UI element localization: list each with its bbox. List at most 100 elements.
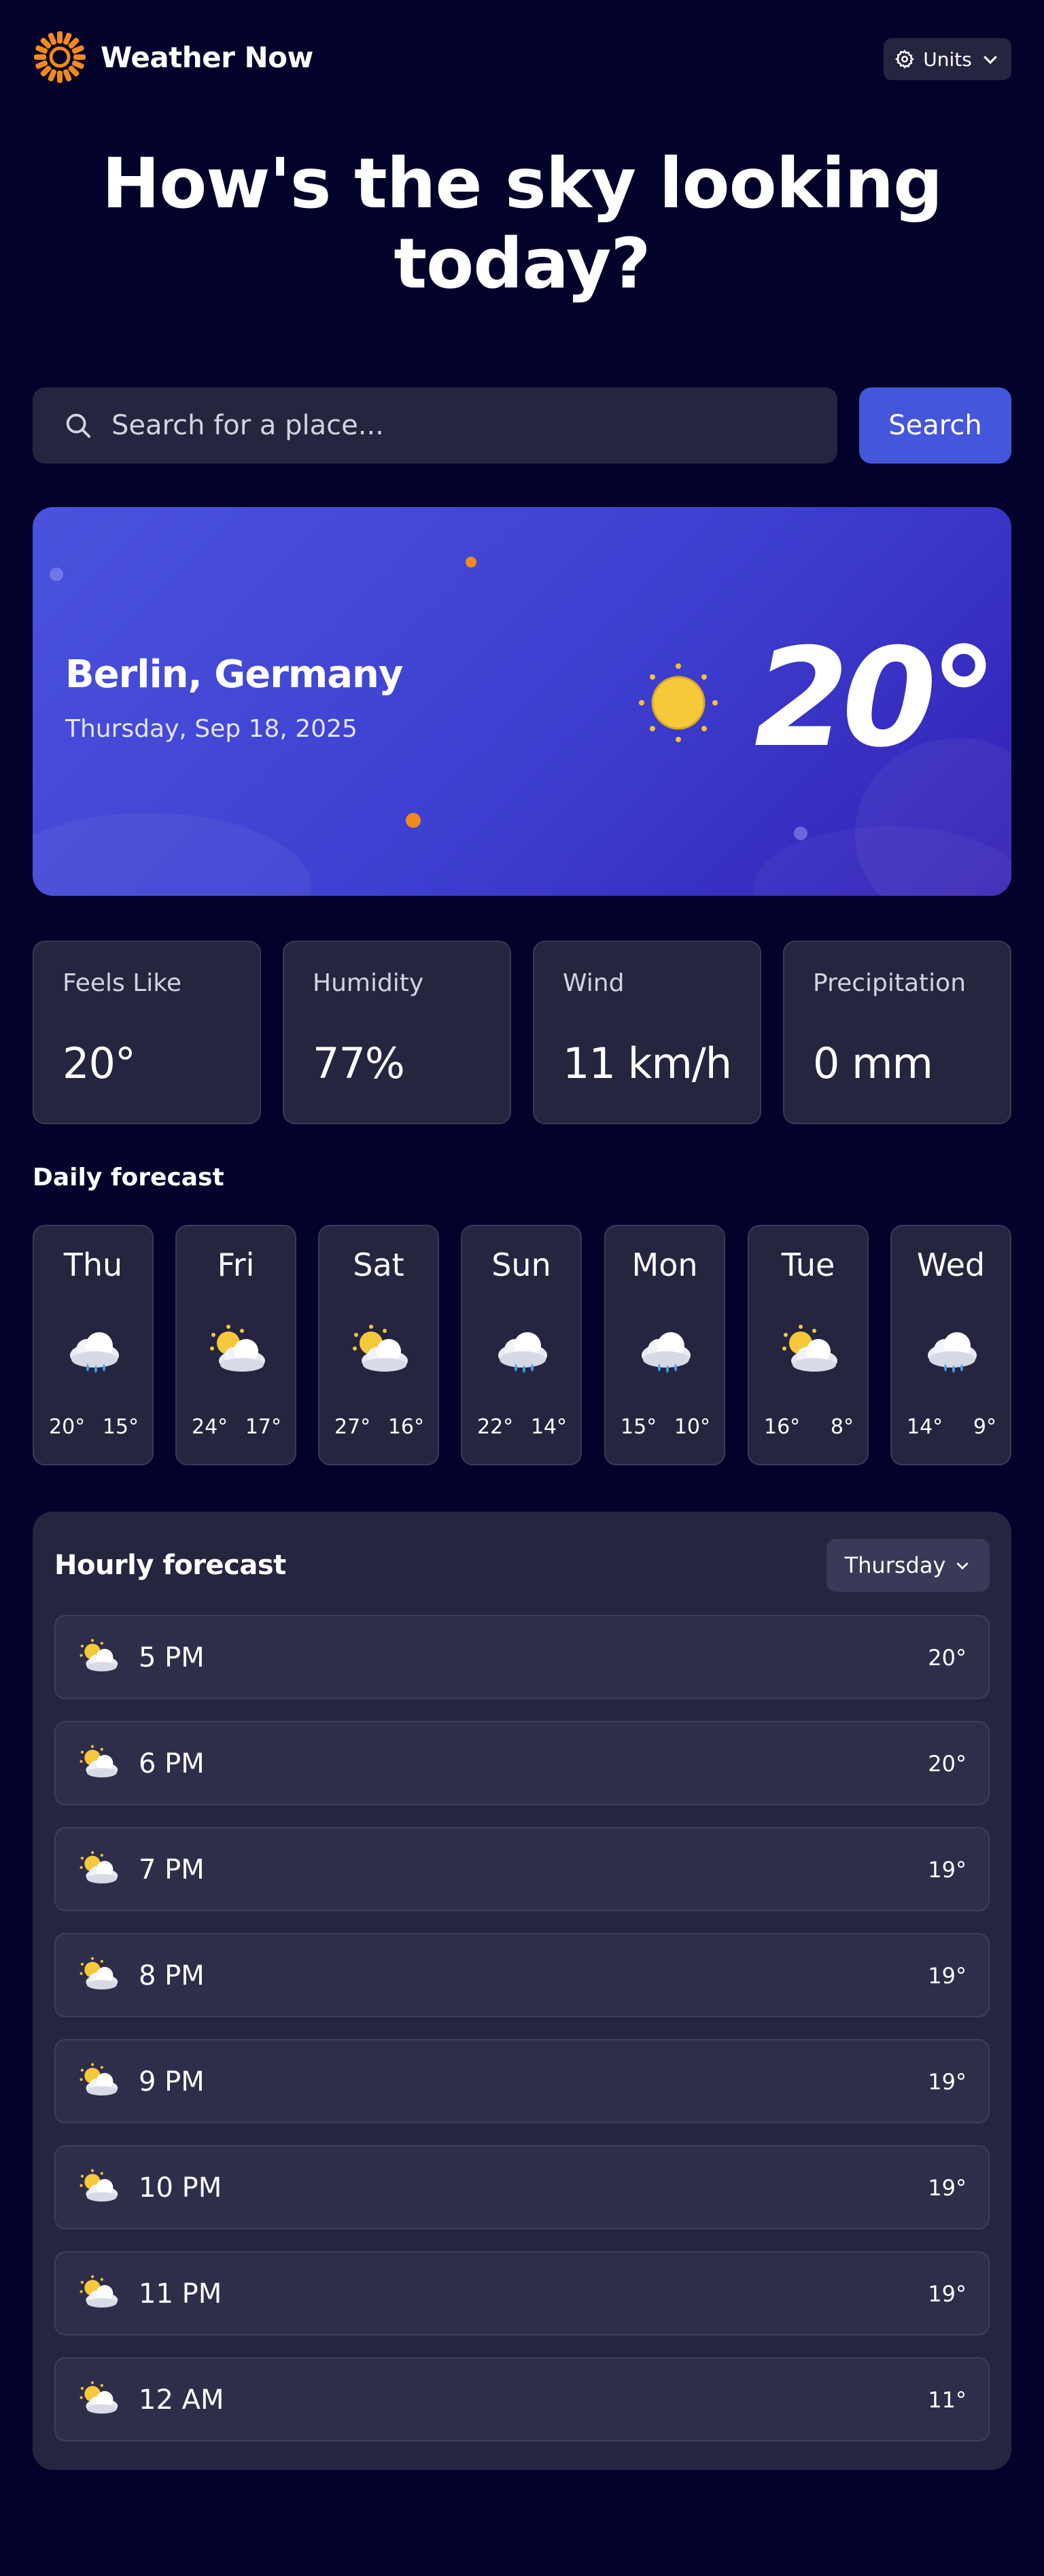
daily-card-sun[interactable]: Sun 22° 14° (461, 1225, 582, 1465)
day-name: Tue (781, 1247, 835, 1283)
daily-card-sat[interactable]: Sat 27° 16° (318, 1225, 439, 1465)
app-logo[interactable]: Weather Now (33, 30, 313, 84)
hour-temp: 19° (928, 1857, 967, 1883)
sun-icon (639, 663, 718, 742)
hour-temp: 19° (928, 2175, 967, 2201)
daily-card-thu[interactable]: Thu 20° 15° (33, 1225, 154, 1465)
chevron-down-icon (956, 1562, 969, 1570)
hourly-row: 7 PM 19° (54, 1827, 990, 1911)
day-high: 14° (907, 1415, 943, 1439)
stat-label: Humidity (313, 969, 424, 997)
day-name: Wed (916, 1247, 986, 1283)
current-temperature: 20° (754, 619, 998, 778)
partly-cloudy-icon (77, 2167, 120, 2209)
hour-time: 10 PM (139, 2172, 222, 2204)
stat-wind: Wind 11 km/h (533, 941, 761, 1124)
hour-time: 8 PM (139, 1960, 205, 1991)
search-box[interactable] (33, 387, 837, 464)
daily-card-mon[interactable]: Mon 15° 10° (604, 1225, 725, 1465)
chevron-down-icon (983, 56, 997, 65)
hourly-row: 10 PM 19° (54, 2145, 990, 2229)
hour-time: 12 AM (139, 2384, 224, 2416)
daily-card-tue[interactable]: Tue 16° 8° (748, 1225, 869, 1465)
partly-cloudy-icon (77, 1743, 120, 1785)
partly-cloudy-icon (77, 2061, 120, 2103)
hour-temp: 19° (928, 1963, 967, 1989)
stat-value: 0 mm (813, 1039, 933, 1088)
partly-cloudy-icon (77, 1849, 120, 1891)
hour-time: 5 PM (139, 1642, 205, 1673)
hour-temp: 19° (928, 2069, 967, 2095)
app-title: Weather Now (101, 40, 313, 74)
day-high: 15° (621, 1415, 657, 1439)
rain-icon (922, 1321, 983, 1382)
hourly-row: 5 PM 20° (54, 1615, 990, 1699)
search-button[interactable]: Search (859, 387, 1011, 464)
day-high: 24° (192, 1415, 228, 1439)
day-low: 16° (387, 1415, 424, 1439)
hour-time: 9 PM (139, 2066, 205, 2098)
hour-temp: 11° (928, 2387, 967, 2413)
day-high: 22° (477, 1415, 514, 1439)
day-high: 16° (764, 1415, 801, 1439)
stat-value: 11 km/h (563, 1039, 732, 1088)
day-high: 27° (334, 1415, 371, 1439)
day-low: 8° (830, 1415, 854, 1439)
hour-temp: 20° (928, 1751, 967, 1777)
day-low: 15° (102, 1415, 139, 1439)
daily-card-fri[interactable]: Fri 24° 17° (175, 1225, 296, 1465)
hero-title: How's the sky looking today? (101, 143, 943, 304)
daily-card-wed[interactable]: Wed 14° 9° (890, 1225, 1011, 1465)
hourly-row: 11 PM 19° (54, 2251, 990, 2335)
stat-label: Precipitation (813, 969, 967, 997)
day-low: 17° (245, 1415, 281, 1439)
day-name: Thu (63, 1247, 123, 1283)
current-weather-card: Berlin, Germany Thursday, Sep 18, 2025 2… (33, 507, 1011, 896)
sun-logo-icon (34, 31, 86, 83)
partly-cloudy-icon (77, 1955, 120, 1997)
stat-precipitation: Precipitation 0 mm (783, 941, 1011, 1124)
hourly-row: 12 AM 11° (54, 2357, 990, 2441)
selected-day-label: Thursday (844, 1552, 946, 1578)
stat-humidity: Humidity 77% (283, 941, 511, 1124)
day-high: 20° (49, 1415, 86, 1439)
stat-label: Wind (563, 969, 625, 997)
daily-forecast-title: Daily forecast (33, 1164, 224, 1191)
rain-icon (64, 1321, 125, 1382)
app-header: Weather Now Units (33, 30, 1011, 87)
partly-cloudy-icon (207, 1321, 268, 1382)
partly-cloudy-icon (779, 1321, 840, 1382)
hourly-row: 9 PM 19° (54, 2039, 990, 2123)
hour-time: 11 PM (139, 2278, 222, 2310)
day-name: Mon (631, 1247, 698, 1283)
day-name: Fri (217, 1247, 255, 1283)
stat-feels-like: Feels Like 20° (33, 941, 261, 1124)
rain-icon (492, 1321, 553, 1382)
hourly-forecast-panel: Hourly forecast Thursday 5 PM 20° 6 PM 2… (33, 1512, 1011, 2470)
day-name: Sun (491, 1247, 551, 1283)
stat-value: 77% (313, 1039, 405, 1088)
partly-cloudy-icon (77, 1637, 120, 1679)
search-input[interactable] (111, 410, 791, 441)
hourly-forecast-title: Hourly forecast (54, 1550, 286, 1581)
partly-cloudy-icon (77, 2379, 120, 2421)
hour-time: 7 PM (139, 1854, 205, 1885)
partly-cloudy-icon (77, 2273, 120, 2315)
rain-icon (636, 1321, 697, 1382)
hour-temp: 19° (928, 2281, 967, 2307)
units-dropdown-button[interactable]: Units (884, 38, 1011, 80)
hourly-day-select[interactable]: Thursday (826, 1539, 990, 1592)
day-low: 14° (530, 1415, 567, 1439)
units-label: Units (923, 48, 972, 71)
hourly-row: 8 PM 19° (54, 1933, 990, 2017)
day-low: 10° (674, 1415, 710, 1439)
day-name: Sat (353, 1247, 404, 1283)
hourly-row: 6 PM 20° (54, 1721, 990, 1805)
partly-cloudy-icon (349, 1321, 411, 1382)
day-low: 9° (973, 1415, 996, 1439)
stat-label: Feels Like (63, 969, 182, 997)
hour-temp: 20° (928, 1645, 967, 1671)
hour-time: 6 PM (139, 1748, 205, 1779)
gear-icon (895, 50, 915, 69)
current-location: Berlin, Germany (65, 652, 403, 697)
